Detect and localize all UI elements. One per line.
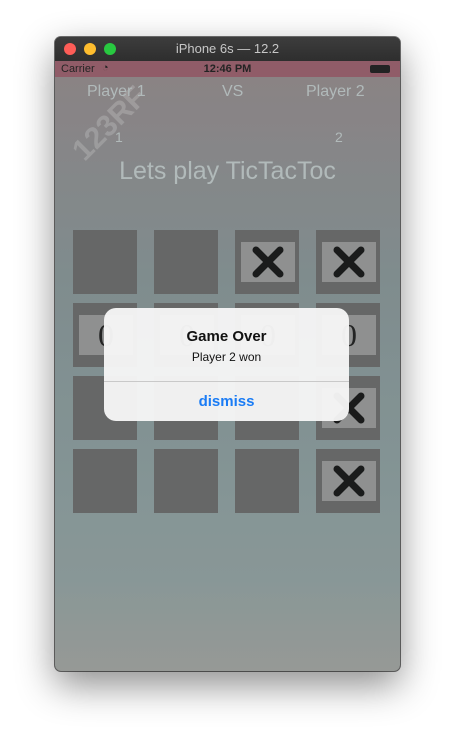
simulator-window: iPhone 6s — 12.2 Carrier ◔ 12:46 PM 123R… [55,37,400,671]
dismiss-button[interactable]: dismiss [104,382,349,421]
title-bar: iPhone 6s — 12.2 [55,37,400,62]
alert-message: Player 2 won [191,350,262,364]
game-over-alert: Game Over Player 2 won dismiss [104,308,349,421]
device-screen: Carrier ◔ 12:46 PM 123RF Player 1 VS Pla… [55,61,400,671]
window-title: iPhone 6s — 12.2 [175,41,280,56]
alert-title: Game Over [186,328,267,345]
